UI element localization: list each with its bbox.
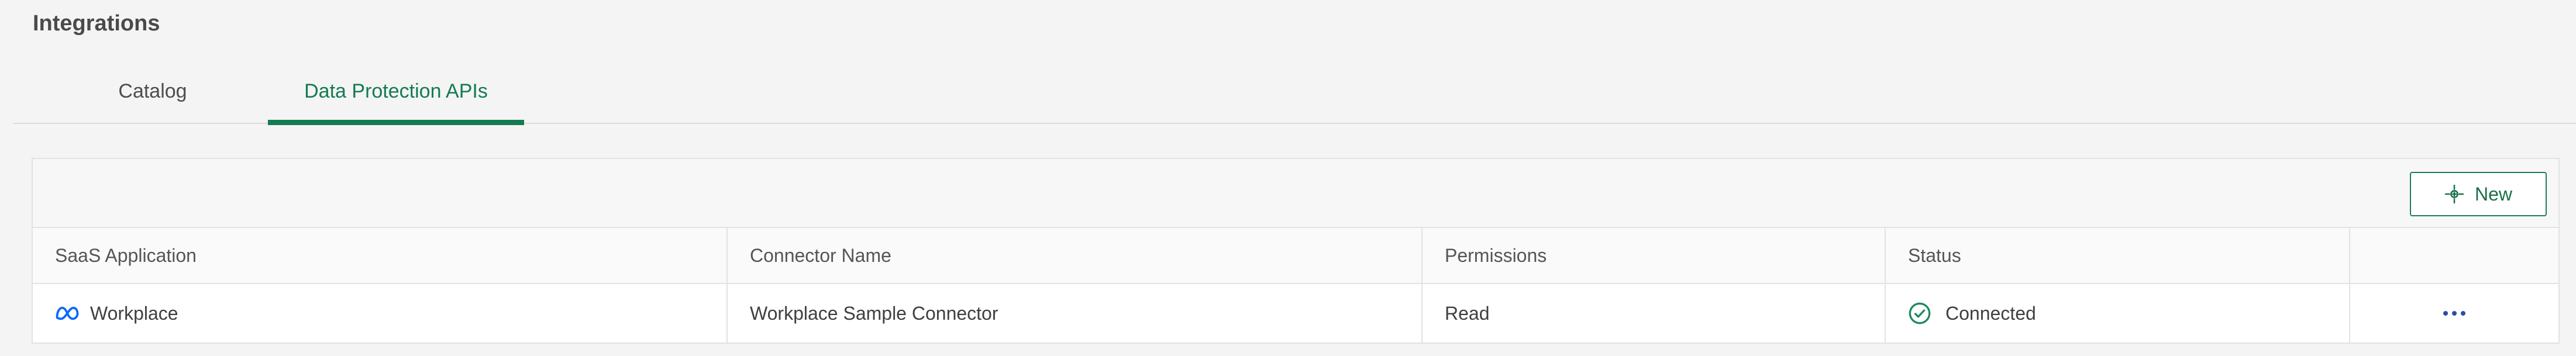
- connectors-table: SaaS Application Connector Name Permissi…: [33, 228, 2558, 343]
- check-circle-icon: [1909, 302, 1931, 324]
- cell-permissions: Read: [1423, 284, 1886, 343]
- more-horizontal-icon[interactable]: [2437, 302, 2472, 325]
- connectors-panel: New SaaS Application Connector Name Perm…: [32, 158, 2560, 344]
- cell-status: Connected: [1886, 284, 2350, 343]
- saas-application-name: Workplace: [90, 302, 178, 324]
- tab-bar: Catalog Data Protection APIs: [13, 58, 2576, 125]
- new-button[interactable]: New: [2410, 172, 2547, 216]
- cell-connector-name[interactable]: Workplace Sample Connector: [728, 284, 1423, 343]
- column-header-actions: [2350, 228, 2561, 283]
- tab-catalog[interactable]: Catalog: [55, 58, 250, 124]
- table-row[interactable]: Workplace Workplace Sample Connector Rea…: [33, 284, 2558, 343]
- column-header-status[interactable]: Status: [1886, 228, 2350, 283]
- page-title: Integrations: [33, 11, 160, 36]
- new-button-label: New: [2474, 183, 2512, 205]
- cell-saas-application: Workplace: [33, 284, 728, 343]
- meta-logo-icon: [56, 306, 79, 320]
- status-badge: Connected: [1945, 302, 2036, 324]
- column-header-connector-name[interactable]: Connector Name: [728, 228, 1423, 283]
- integrations-page: Integrations Catalog Data Protection API…: [0, 0, 2576, 356]
- cell-actions: [2350, 284, 2561, 343]
- column-header-permissions[interactable]: Permissions: [1423, 228, 1886, 283]
- crosshair-plus-icon: [2444, 184, 2464, 204]
- column-header-saas-application[interactable]: SaaS Application: [33, 228, 728, 283]
- table-toolbar: New: [33, 159, 2558, 228]
- tab-data-protection-apis[interactable]: Data Protection APIs: [268, 58, 524, 125]
- table-header-row: SaaS Application Connector Name Permissi…: [33, 228, 2558, 284]
